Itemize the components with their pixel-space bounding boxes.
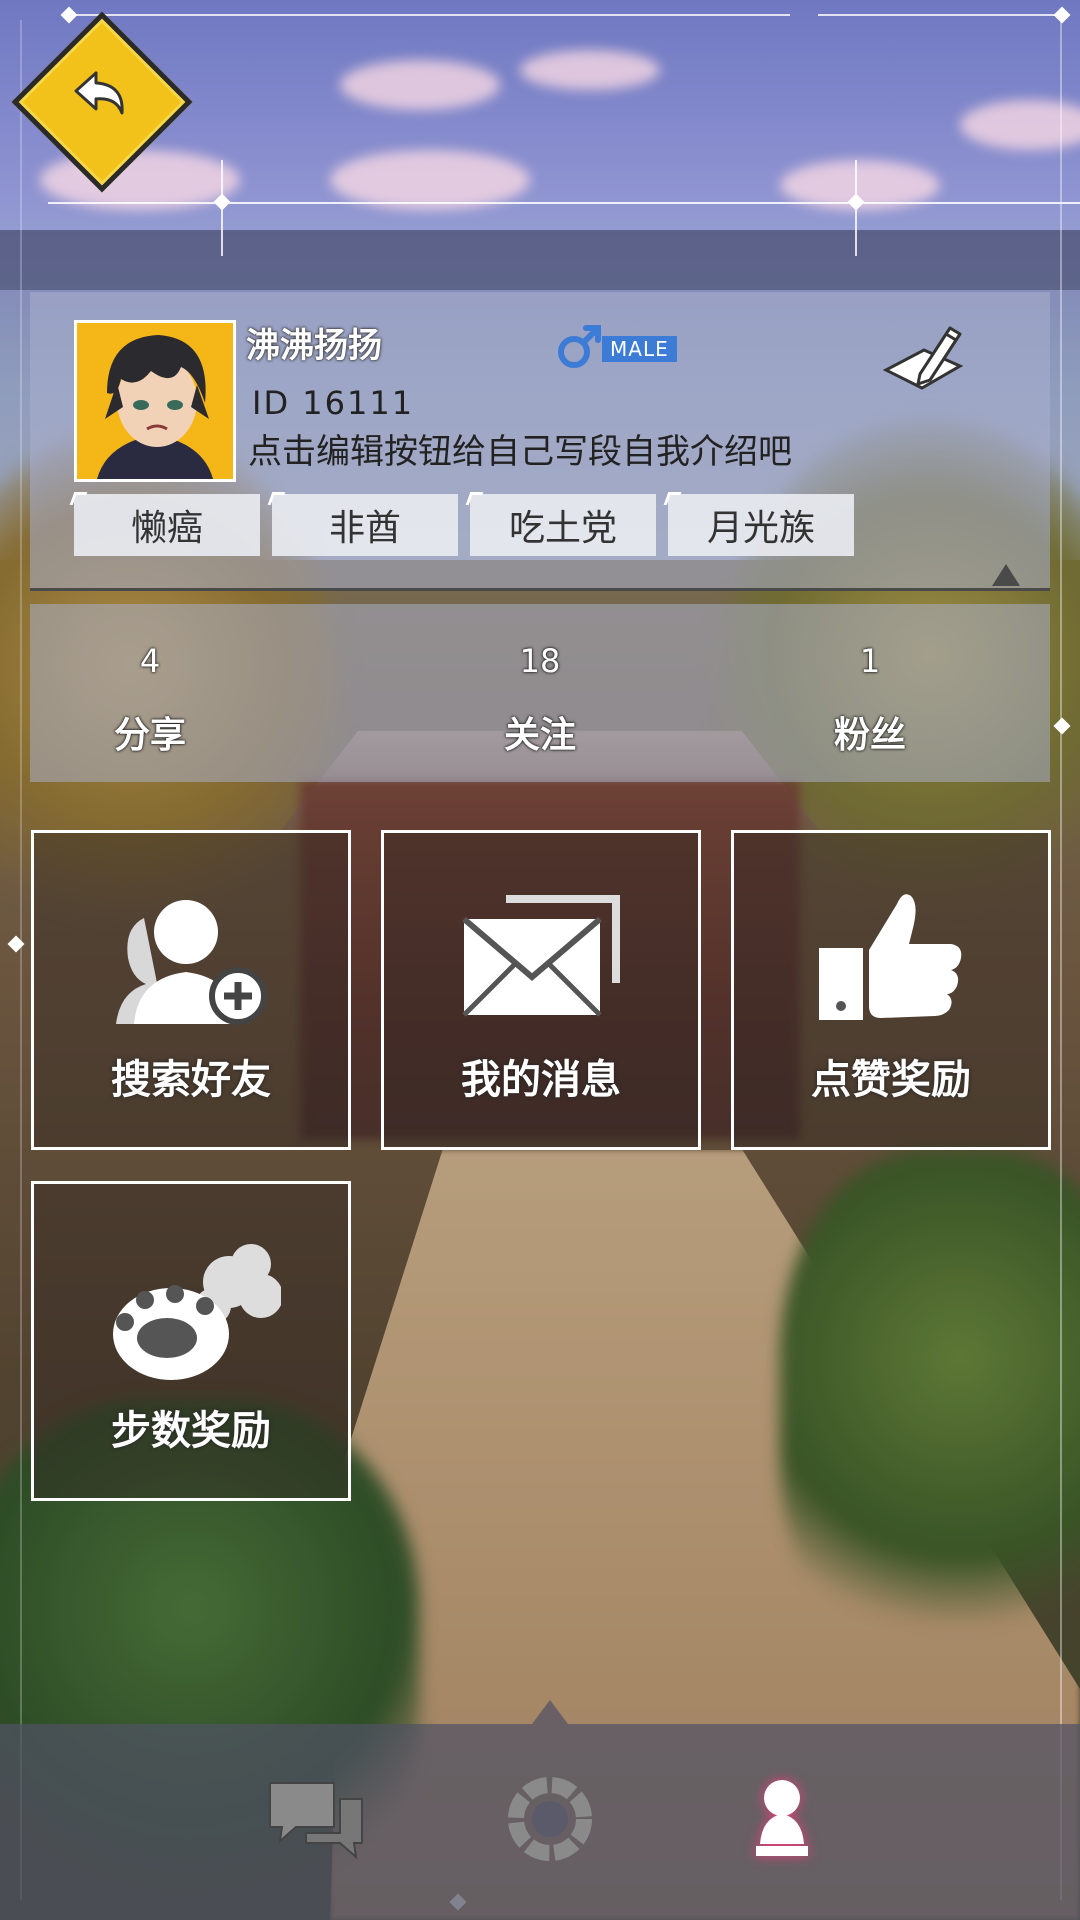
paw-icon [113,1244,281,1380]
avatar[interactable] [74,320,236,482]
tile-label: 搜索好友 [111,1057,271,1103]
frame-line [818,14,1058,16]
my-messages-tile[interactable]: 我的消息 [381,830,701,1150]
stat-value: 4 [139,642,161,680]
profile-card: 沸沸扬扬 MALE ID 16111 点击编辑按钮给自己写段自我介绍吧 懒癌 非… [30,292,1050,591]
mail-icon [462,895,620,1017]
back-arrow-icon [74,71,124,115]
stat-label: 关注 [503,715,576,756]
nav-profile[interactable] [722,1764,842,1874]
tile-label: 我的消息 [461,1057,621,1103]
gender-label: MALE [602,336,677,362]
tag-item[interactable]: 吃土党 [470,494,656,556]
bio-text: 点击编辑按钮给自己写段自我介绍吧 [248,432,792,472]
gender-indicator: MALE [556,322,706,372]
stat-value: 18 [519,642,561,680]
user-icon [756,1780,808,1856]
tag-item[interactable]: 月光族 [668,494,854,556]
tile-label: 点赞奖励 [811,1057,971,1103]
chat-bubbles-icon [269,1782,363,1860]
panel-caret [992,564,1020,586]
frame-line [20,20,22,1900]
stat-followers[interactable]: 1 粉丝 [750,642,990,758]
nav-notch [532,1700,568,1724]
stats-bar: 4 分享 18 关注 1 粉丝 [30,604,1050,782]
frame-line [70,14,790,16]
stat-label: 粉丝 [833,715,906,756]
tag-item[interactable]: 懒癌 [74,494,260,556]
stat-value: 1 [859,642,881,680]
edit-profile-button[interactable] [880,320,970,400]
thumbs-up-icon [819,894,962,1020]
like-reward-tile[interactable]: 点赞奖励 [731,830,1051,1150]
edit-pencil-icon [882,326,964,390]
user-id: ID 16111 [252,384,415,422]
add-friend-icon [116,900,267,1025]
step-reward-tile[interactable]: 步数奖励 [31,1181,351,1501]
tag-item[interactable]: 非酋 [272,494,458,556]
nav-hub[interactable] [490,1764,610,1874]
male-symbol-icon [558,325,601,368]
tile-label: 步数奖励 [111,1408,271,1454]
bottom-nav [0,1724,1080,1920]
header-rule [48,202,1080,204]
nickname: 沸沸扬扬 [246,326,382,366]
frame-line [1060,20,1062,1900]
avatar-portrait-icon [77,323,233,479]
ring-icon [508,1777,592,1861]
stat-shares[interactable]: 4 分享 [30,642,270,758]
search-friends-tile[interactable]: 搜索好友 [31,830,351,1150]
stat-label: 分享 [113,715,186,756]
nav-chat[interactable] [256,1764,376,1874]
stat-following[interactable]: 18 关注 [420,642,660,758]
tag-list: 懒癌 非酋 吃土党 月光族 [74,494,854,556]
